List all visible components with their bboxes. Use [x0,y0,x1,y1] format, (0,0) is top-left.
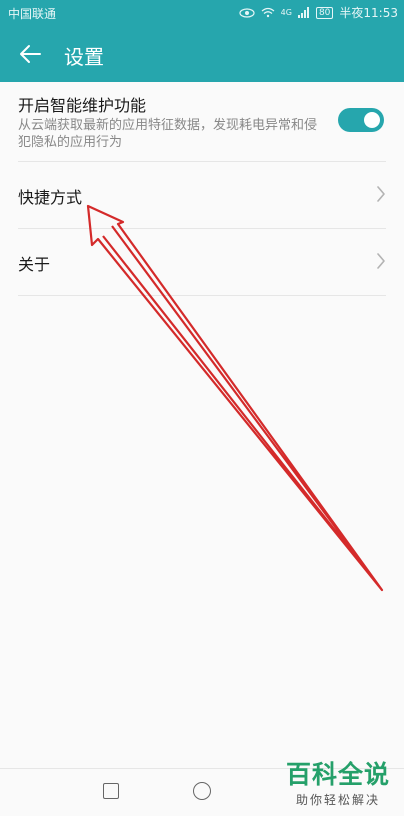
chevron-right-icon [377,253,385,269]
smart-maintenance-title: 开启智能维护功能 [18,96,147,115]
watermark-subtitle: 助你轻松解决 [295,793,380,807]
home-button[interactable] [193,782,211,800]
shortcuts-label: 快捷方式 [18,188,83,207]
about-label: 关于 [18,255,51,274]
battery-indicator: 80 [315,6,334,19]
carrier-label: 中国联通 [8,7,57,21]
watermark-title: 百科全说 [285,760,390,789]
status-icons: 4G 80 半夜11:53 [239,4,398,21]
status-bar: 中国联通 4G 80 半夜11:53 [0,0,404,26]
app-bar: 设置 [0,26,404,82]
clock: 半夜11:53 [339,6,398,20]
smart-maintenance-description: 从云端获取最新的应用特征数据，发现耗电异常和侵犯隐私的应用行为 [18,118,318,150]
recent-apps-button[interactable] [103,783,119,799]
watermark-logo: 百科全说 助你轻松解决 [286,755,390,808]
toggle-knob [364,112,380,128]
eye-icon [239,7,255,18]
arrow-left-icon [20,45,41,63]
signal-icon [297,7,309,18]
chevron-right-icon [377,186,385,202]
settings-item-about[interactable]: 关于 [18,229,386,296]
smart-maintenance-row[interactable]: 开启智能维护功能 从云端获取最新的应用特征数据，发现耗电异常和侵犯隐私的应用行为 [18,82,386,162]
back-button[interactable] [12,36,48,72]
page-title: 设置 [64,45,104,69]
smart-maintenance-toggle[interactable] [338,108,384,132]
settings-item-shortcuts[interactable]: 快捷方式 [18,162,386,229]
network-type: 4G [280,8,292,17]
wifi-icon [261,7,275,18]
settings-list: 开启智能维护功能 从云端获取最新的应用特征数据，发现耗电异常和侵犯隐私的应用行为… [0,82,404,296]
